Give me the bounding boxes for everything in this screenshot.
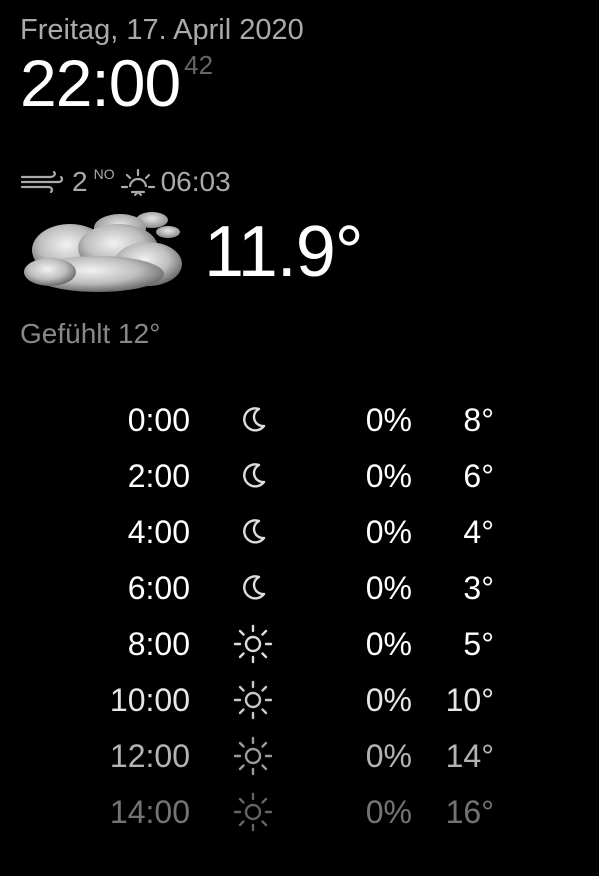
sun-icon xyxy=(218,624,288,664)
forecast-precipitation: 0% xyxy=(365,401,412,438)
current-temperature: 11.9° xyxy=(204,212,364,292)
sunrise-time-label: 06:03 xyxy=(160,166,231,197)
forecast-temperature: 14° xyxy=(445,737,494,774)
forecast-temperature: 8° xyxy=(463,401,494,438)
forecast-hour: 12:00 xyxy=(109,737,190,774)
sunrise-icon xyxy=(120,168,155,196)
wind-direction-label: NO xyxy=(93,166,115,182)
forecast-precipitation: 0% xyxy=(365,457,412,494)
forecast-row: 10:00 0% 10° xyxy=(96,672,496,728)
forecast-temperature: 6° xyxy=(463,457,494,494)
time-label: 22:00 xyxy=(20,46,181,120)
wind-speed-label: 2 xyxy=(72,166,88,197)
sun-icon xyxy=(218,680,288,720)
moon-icon xyxy=(218,400,288,440)
forecast-temperature: 4° xyxy=(463,513,494,550)
forecast-precipitation: 0% xyxy=(365,625,412,662)
forecast-row: 2:00 0% 6° xyxy=(96,448,496,504)
forecast-hour: 8:00 xyxy=(127,625,190,662)
forecast-precipitation: 0% xyxy=(365,513,412,550)
moon-icon xyxy=(218,568,288,608)
sun-icon xyxy=(218,792,288,832)
forecast-hour: 6:00 xyxy=(127,569,190,606)
seconds-label: 42 xyxy=(184,50,214,80)
forecast-temperature: 3° xyxy=(463,569,494,606)
current-weather-module: 2 NO 06:03 11.9° Gefühlt 12° xyxy=(20,164,580,350)
moon-icon xyxy=(218,456,288,496)
wind-icon xyxy=(20,171,64,193)
hourly-forecast-table: 0:00 0% 8° 2:00 0% 6° 4:00 0% 4° 6:00 0% 3° 8:00 0% 5°… xyxy=(96,392,496,840)
feels-like-label: Gefühlt 12° xyxy=(20,318,161,349)
forecast-precipitation: 0% xyxy=(365,793,412,830)
forecast-row: 14:00 0% 16° xyxy=(96,784,496,840)
current-temp-row: 11.9° xyxy=(20,206,580,298)
forecast-hour: 10:00 xyxy=(109,681,190,718)
forecast-temperature: 16° xyxy=(445,793,494,830)
cloudy-icon xyxy=(24,212,182,292)
time-display: 22:00 42 xyxy=(20,50,304,116)
forecast-precipitation: 0% xyxy=(365,681,412,718)
wind-sunrise-row: 2 NO 06:03 xyxy=(20,164,580,200)
date-label: Freitag, 17. April 2020 xyxy=(20,14,304,46)
forecast-temperature: 5° xyxy=(463,625,494,662)
moon-icon xyxy=(218,512,288,552)
forecast-temperature: 10° xyxy=(445,681,494,718)
forecast-row: 4:00 0% 4° xyxy=(96,504,496,560)
forecast-precipitation: 0% xyxy=(365,569,412,606)
forecast-precipitation: 0% xyxy=(365,737,412,774)
forecast-row: 12:00 0% 14° xyxy=(96,728,496,784)
forecast-row: 6:00 0% 3° xyxy=(96,560,496,616)
forecast-hour: 14:00 xyxy=(109,793,190,830)
forecast-hour: 2:00 xyxy=(127,457,190,494)
forecast-hour: 4:00 xyxy=(127,513,190,550)
sun-icon xyxy=(218,736,288,776)
forecast-hour: 0:00 xyxy=(127,401,190,438)
clock-module: Freitag, 17. April 2020 22:00 42 xyxy=(20,12,304,116)
forecast-row: 8:00 0% 5° xyxy=(96,616,496,672)
forecast-row: 0:00 0% 8° xyxy=(96,392,496,448)
